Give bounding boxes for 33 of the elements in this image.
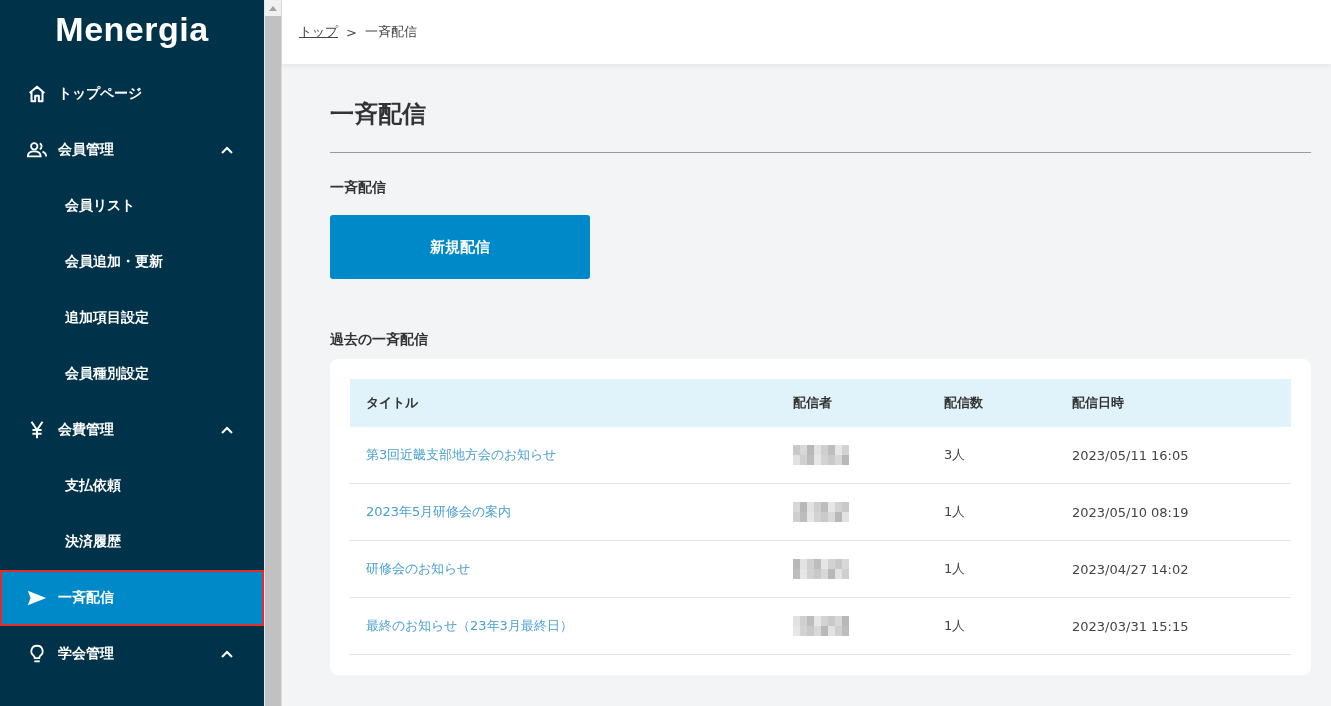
nav-item[interactable]: 一斉配信 <box>0 570 264 626</box>
nav-item[interactable]: 学会管理 <box>0 626 264 682</box>
breadcrumb-separator: > <box>346 24 357 40</box>
home-icon <box>26 83 48 105</box>
page-title: 一斉配信 <box>330 99 427 130</box>
nav-item[interactable]: 会費管理 <box>0 402 264 458</box>
column-header: 配信日時 <box>1071 379 1291 427</box>
nav-item[interactable]: 支払依頼 <box>0 458 264 514</box>
new-broadcast-button[interactable]: 新規配信 <box>330 215 590 279</box>
section-label: 過去の一斉配信 <box>330 331 429 349</box>
table-cell: 2023/05/11 16:05 <box>1071 427 1291 484</box>
column-header: 配信者 <box>792 379 943 427</box>
section-label: 一斉配信 <box>330 179 387 197</box>
breadcrumb-current: 一斉配信 <box>364 23 417 41</box>
column-header: タイトル <box>350 379 792 427</box>
logo: Menergia <box>55 10 209 49</box>
table-cell: 2023/04/27 14:02 <box>1071 540 1291 598</box>
table-cell: 1人 <box>943 540 1071 598</box>
caret-up-icon <box>269 5 277 11</box>
nav-item[interactable]: 追加項目設定 <box>0 290 264 346</box>
nav-item[interactable]: 会員追加・更新 <box>0 234 264 290</box>
table-cell: 2023/05/10 08:19 <box>1071 483 1291 541</box>
nav-item[interactable]: 会員管理 <box>0 122 264 178</box>
nav-item[interactable]: トップページ <box>0 66 264 122</box>
nav-item[interactable]: 決済履歴 <box>0 514 264 570</box>
table-cell: 1人 <box>943 597 1071 655</box>
breadcrumb-link[interactable]: トップ <box>299 23 338 41</box>
table-cell: 2023/03/31 15:15 <box>1071 597 1291 655</box>
column-header: 配信数 <box>943 379 1071 427</box>
nav-item[interactable]: 会員リスト <box>0 178 264 234</box>
nav-item[interactable]: 会員種別設定 <box>0 346 264 402</box>
table-cell: 3人 <box>943 427 1071 484</box>
table-cell: 1人 <box>943 483 1071 541</box>
